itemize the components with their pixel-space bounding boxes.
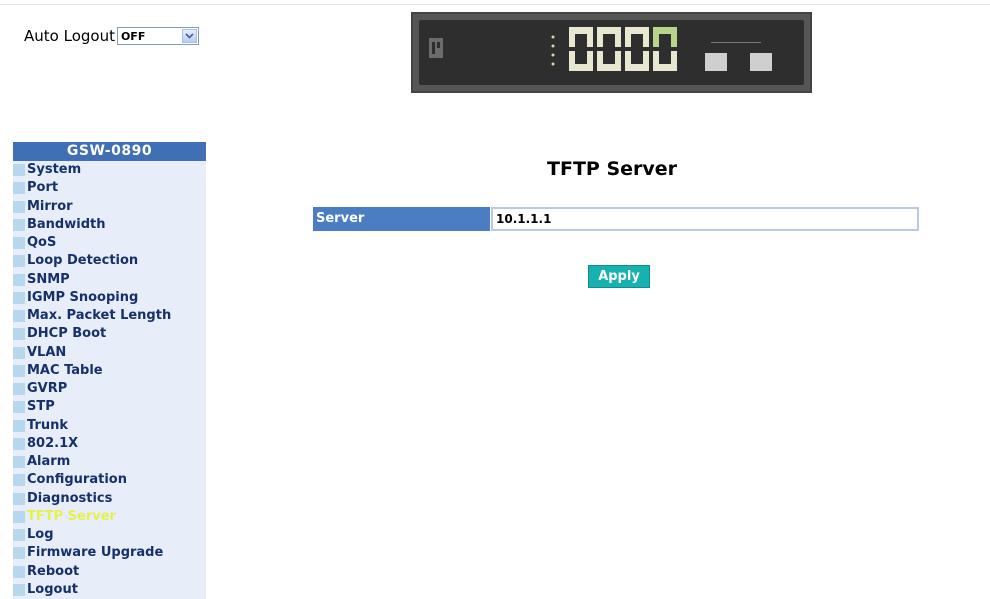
sidebar-item-qos[interactable]: QoS xyxy=(13,234,206,252)
bullet-icon xyxy=(13,420,25,432)
sidebar-item-label: Firmware Upgrade xyxy=(27,544,163,562)
sidebar-item-label: Loop Detection xyxy=(27,252,138,270)
bullet-icon xyxy=(13,328,25,340)
sidebar-item-max-packet-length[interactable]: Max. Packet Length xyxy=(13,307,206,325)
bullet-icon xyxy=(13,347,25,359)
bullet-icon xyxy=(13,511,25,523)
bullet-icon xyxy=(13,201,25,213)
sidebar-item-dhcp-boot[interactable]: DHCP Boot xyxy=(13,325,206,343)
bullet-icon xyxy=(13,401,25,413)
chevron-down-icon[interactable] xyxy=(182,29,197,43)
sidebar-item-mirror[interactable]: Mirror xyxy=(13,198,206,216)
sidebar-item-logout[interactable]: Logout xyxy=(13,581,206,599)
auto-logout-value: OFF xyxy=(118,30,145,43)
sidebar-item-label: Configuration xyxy=(27,471,127,489)
bullet-icon xyxy=(13,438,25,450)
sidebar-item-label: MAC Table xyxy=(27,362,103,380)
sidebar-item-stp[interactable]: STP xyxy=(13,398,206,416)
sidebar-item-system[interactable]: System xyxy=(13,161,206,179)
bullet-icon xyxy=(13,584,25,596)
bullet-icon xyxy=(13,164,25,176)
sidebar-item-label: Bandwidth xyxy=(27,216,105,234)
apply-button[interactable]: Apply xyxy=(588,265,650,288)
server-input[interactable] xyxy=(491,207,919,231)
sidebar-item-port[interactable]: Port xyxy=(13,179,206,197)
sidebar-item-label: TFTP Server xyxy=(27,508,116,526)
sidebar-item-label: STP xyxy=(27,398,55,416)
sidebar-item-reboot[interactable]: Reboot xyxy=(13,563,206,581)
sidebar-item-bandwidth[interactable]: Bandwidth xyxy=(13,216,206,234)
server-label: Server xyxy=(313,207,490,231)
sidebar-item-label: 802.1X xyxy=(27,435,78,453)
sidebar-item-label: GVRP xyxy=(27,380,67,398)
sidebar-item-label: Port xyxy=(27,179,58,197)
sidebar-item-gvrp[interactable]: GVRP xyxy=(13,380,206,398)
sidebar-item-mac-table[interactable]: MAC Table xyxy=(13,362,206,380)
sidebar-item-label: System xyxy=(27,161,81,179)
sidebar-item-label: Reboot xyxy=(27,563,79,581)
sidebar-item-label: QoS xyxy=(27,234,56,252)
sidebar-item-alarm[interactable]: Alarm xyxy=(13,453,206,471)
auto-logout-select[interactable]: OFF xyxy=(117,27,199,45)
sidebar-item-label: Max. Packet Length xyxy=(27,307,171,325)
sidebar-item-diagnostics[interactable]: Diagnostics xyxy=(13,490,206,508)
sidebar-item-log[interactable]: Log xyxy=(13,526,206,544)
sidebar-item-label: Alarm xyxy=(27,453,70,471)
bullet-icon xyxy=(13,310,25,322)
bullet-icon xyxy=(13,529,25,541)
sidebar-item-loop-detection[interactable]: Loop Detection xyxy=(13,252,206,270)
sidebar-item-label: SNMP xyxy=(27,271,70,289)
bullet-icon xyxy=(13,456,25,468)
sidebar-item-igmp-snooping[interactable]: IGMP Snooping xyxy=(13,289,206,307)
sidebar-item-label: Mirror xyxy=(27,198,73,216)
switch-front-panel-image xyxy=(411,12,812,93)
sidebar-item-configuration[interactable]: Configuration xyxy=(13,471,206,489)
sidebar-item-label: DHCP Boot xyxy=(27,325,106,343)
bullet-icon xyxy=(13,274,25,286)
bullet-icon xyxy=(13,255,25,267)
bullet-icon xyxy=(13,474,25,486)
top-divider xyxy=(0,4,990,5)
auto-logout-label: Auto Logout xyxy=(24,27,115,45)
sidebar-item-label: Diagnostics xyxy=(27,490,112,508)
bullet-icon xyxy=(13,237,25,249)
bullet-icon xyxy=(13,566,25,578)
bullet-icon xyxy=(13,182,25,194)
sidebar-item-trunk[interactable]: Trunk xyxy=(13,417,206,435)
sidebar-item-vlan[interactable]: VLAN xyxy=(13,344,206,362)
bullet-icon xyxy=(13,219,25,231)
bullet-icon xyxy=(13,383,25,395)
bullet-icon xyxy=(13,292,25,304)
sidebar-item-label: IGMP Snooping xyxy=(27,289,138,307)
sidebar-item-firmware-upgrade[interactable]: Firmware Upgrade xyxy=(13,544,206,562)
sidebar-item-label: Trunk xyxy=(27,417,68,435)
sidebar-title: GSW-0890 xyxy=(13,142,206,161)
auto-logout-control: Auto Logout OFF xyxy=(24,27,199,45)
sidebar-item-802-1x[interactable]: 802.1X xyxy=(13,435,206,453)
bullet-icon xyxy=(13,493,25,505)
page-title: TFTP Server xyxy=(547,158,677,180)
sidebar-item-tftp-server[interactable]: TFTP Server xyxy=(13,508,206,526)
sidebar-item-label: Log xyxy=(27,526,54,544)
server-form-row: Server xyxy=(313,207,919,231)
bullet-icon xyxy=(13,365,25,377)
sidebar-menu: GSW-0890 System Port Mirror Bandwidth Qo… xyxy=(13,142,206,599)
sidebar-item-label: VLAN xyxy=(27,344,66,362)
sidebar-item-label: Logout xyxy=(27,581,78,599)
bullet-icon xyxy=(13,547,25,559)
sidebar-item-snmp[interactable]: SNMP xyxy=(13,271,206,289)
